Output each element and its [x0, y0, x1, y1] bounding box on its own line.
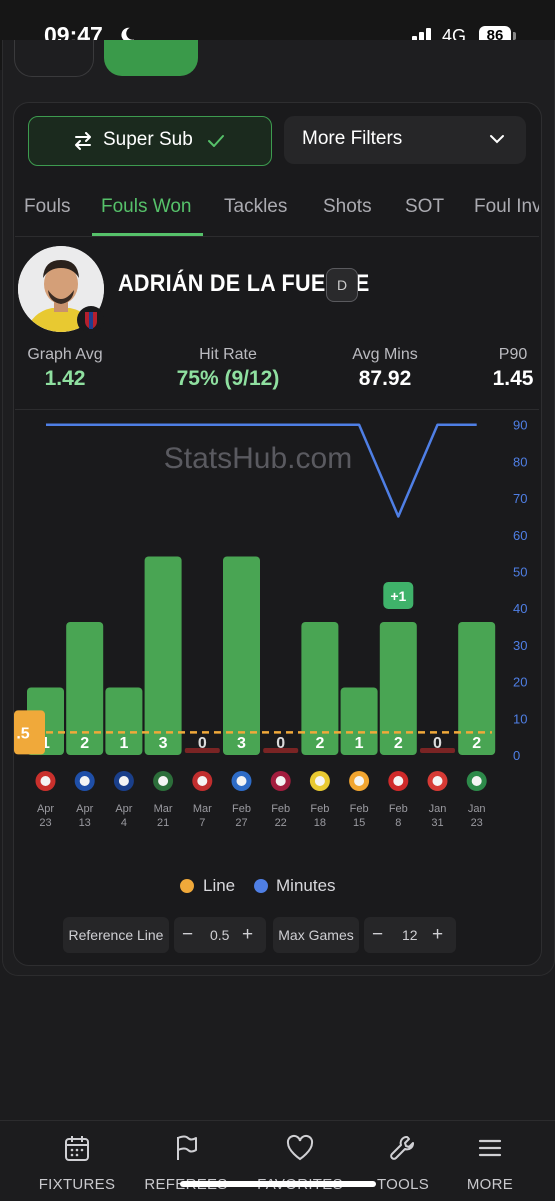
max-games-plus-button[interactable]: +	[432, 917, 443, 953]
date-day-label: 22	[275, 817, 287, 829]
date-month-label: Apr	[37, 803, 54, 815]
bar-value-label: 0	[433, 735, 442, 752]
reference-plus-button[interactable]: +	[242, 917, 253, 953]
max-games-value: 12	[402, 927, 418, 943]
date-day-label: 4	[121, 817, 127, 829]
minutes-axis-tick: 50	[513, 565, 527, 580]
bar-value-label: 2	[472, 735, 481, 752]
date-month-label: Jan	[468, 803, 486, 815]
opponent-crest-icon	[197, 776, 208, 786]
bar-value-label: 0	[276, 735, 285, 752]
bar-value-label: 1	[119, 735, 128, 752]
bar-value-label: 1	[355, 735, 364, 752]
opponent-crest-icon	[354, 776, 365, 786]
minutes-axis-tick: 80	[513, 454, 527, 469]
max-games-minus-button[interactable]: −	[372, 917, 383, 953]
minutes-axis-tick: 70	[513, 491, 527, 506]
legend-line-label: Line	[203, 876, 236, 895]
opponent-crest-icon	[40, 776, 51, 786]
minutes-axis-tick: 60	[513, 528, 527, 543]
max-games-stepper: − 12 +	[364, 917, 456, 953]
date-day-label: 15	[353, 817, 365, 829]
nav-label: MORE	[466, 1176, 514, 1193]
opponent-crest-icon	[393, 776, 404, 786]
date-month-label: Feb	[310, 803, 329, 815]
legend-minutes-swatch	[254, 879, 268, 893]
date-day-label: 31	[431, 817, 443, 829]
date-month-label: Mar	[154, 803, 173, 815]
reference-line-label: Reference Line	[63, 917, 169, 953]
minutes-axis-tick: 30	[513, 638, 527, 653]
opponent-crest-icon	[158, 776, 169, 786]
minutes-axis-tick: 20	[513, 675, 527, 690]
opponent-crest-icon	[471, 776, 482, 786]
minutes-axis-tick: 90	[513, 418, 527, 433]
bar	[144, 556, 182, 755]
date-month-label: Feb	[350, 803, 369, 815]
date-day-label: 13	[79, 817, 91, 829]
date-day-label: 7	[199, 817, 205, 829]
date-day-label: 18	[314, 817, 326, 829]
nav-more[interactable]: MORE	[435, 1133, 545, 1193]
date-day-label: 23	[39, 817, 51, 829]
watermark-text: StatsHub.com	[164, 442, 352, 475]
fouls-won-chart: StatsHub.com01020304050607080901Apr232Ap…	[14, 418, 527, 829]
home-indicator	[180, 1181, 376, 1187]
reference-minus-button[interactable]: −	[182, 917, 193, 953]
legend-minutes-label: Minutes	[276, 876, 336, 895]
bar-value-label: 2	[315, 735, 324, 752]
bar-value-label: 3	[237, 735, 246, 752]
bar	[223, 556, 260, 755]
opponent-crest-icon	[275, 776, 286, 786]
date-month-label: Mar	[193, 803, 212, 815]
legend-line-swatch	[180, 879, 194, 893]
opponent-crest-icon	[314, 776, 325, 786]
reference-line-value: 0.5	[210, 927, 230, 943]
bar-value-label: 2	[80, 735, 89, 752]
date-day-label: 21	[157, 817, 169, 829]
annotation-label: +1	[390, 588, 406, 604]
bar-value-label: 3	[159, 735, 168, 752]
bar-value-label: 0	[198, 735, 207, 752]
minutes-axis-tick: 0	[513, 748, 520, 763]
nav-label: FIXTURES	[38, 1176, 116, 1193]
date-month-label: Apr	[76, 803, 93, 815]
calendar-icon	[65, 1136, 89, 1161]
bar-value-label: 2	[394, 735, 403, 752]
date-month-label: Jan	[429, 803, 447, 815]
opponent-crest-icon	[236, 776, 247, 786]
date-month-label: Feb	[389, 803, 408, 815]
opponent-crest-icon	[432, 776, 443, 786]
line-value-label: .5	[16, 725, 29, 742]
opponent-crest-icon	[79, 776, 90, 786]
date-month-label: Feb	[271, 803, 290, 815]
reference-line-stepper: − 0.5 +	[174, 917, 266, 953]
max-games-label: Max Games	[273, 917, 359, 953]
opponent-crest-icon	[118, 776, 129, 786]
date-day-label: 27	[235, 817, 247, 829]
menu-icon	[478, 1139, 502, 1157]
minutes-axis-tick: 10	[513, 711, 527, 726]
date-month-label: Apr	[115, 803, 132, 815]
wrench-icon	[390, 1136, 414, 1160]
minutes-axis-tick: 40	[513, 601, 527, 616]
date-month-label: Feb	[232, 803, 251, 815]
nav-fixtures[interactable]: FIXTURES	[22, 1133, 132, 1193]
flag-icon	[177, 1135, 197, 1160]
date-day-label: 23	[471, 817, 483, 829]
date-day-label: 8	[395, 817, 401, 829]
heart-icon	[286, 1134, 314, 1161]
